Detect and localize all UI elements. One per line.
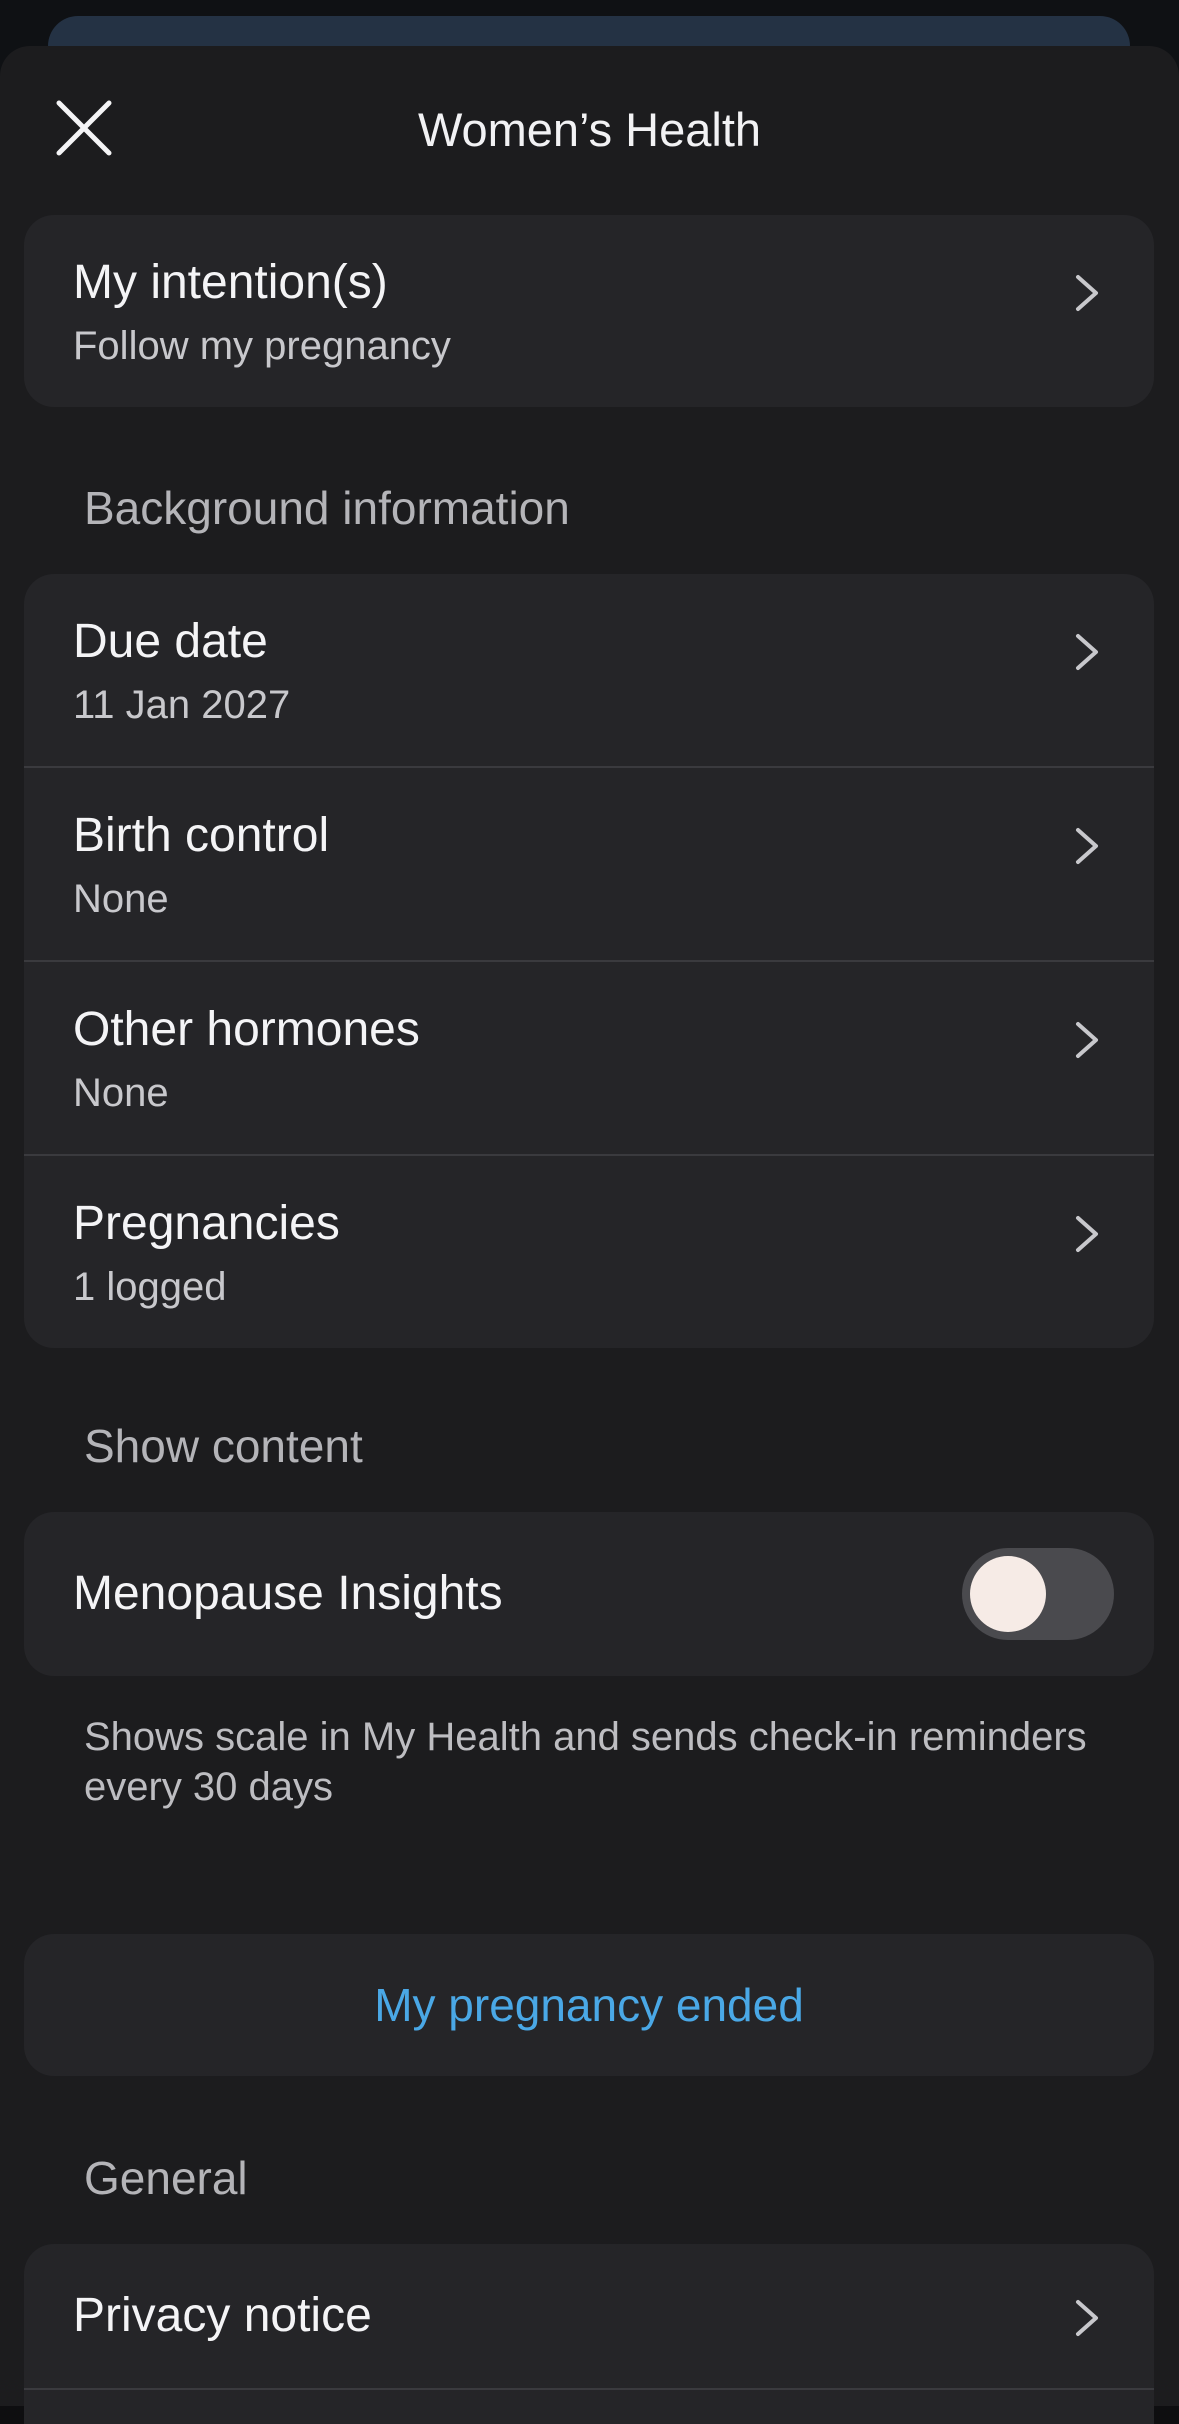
row-value: None xyxy=(73,877,169,921)
background-row-due-date[interactable]: Due date 11 Jan 2027 xyxy=(24,574,1154,766)
row-value: 1 logged xyxy=(73,1265,227,1309)
general-row-privacy-notice[interactable]: Privacy notice xyxy=(24,2244,1154,2424)
page-title: Women’s Health xyxy=(417,103,762,156)
menopause-insights-row: Menopause Insights xyxy=(24,1512,1154,1676)
chevron-right-icon xyxy=(1076,2300,1098,2336)
chevron-right-icon xyxy=(1076,275,1098,311)
intention-value: Follow my pregnancy xyxy=(73,324,451,368)
content-card: Menopause Insights xyxy=(24,1512,1154,1676)
chevron-right-icon xyxy=(1076,634,1098,670)
row-value: None xyxy=(73,1071,169,1115)
pregnancy-ended-button[interactable]: My pregnancy ended xyxy=(24,1934,1154,2076)
pregnancy-ended-label: My pregnancy ended xyxy=(374,1979,804,2031)
row-title: Privacy notice xyxy=(73,2289,372,2342)
section-label-general: General xyxy=(84,2152,248,2204)
menopause-insights-label: Menopause Insights xyxy=(73,1567,503,1620)
background-row-birth-control[interactable]: Birth control None xyxy=(24,766,1154,960)
row-title: Due date xyxy=(73,615,268,668)
toggle-knob xyxy=(970,1556,1046,1632)
row-value: 11 Jan 2027 xyxy=(73,683,291,727)
row-title: Birth control xyxy=(73,809,330,862)
menopause-insights-description: Shows scale in My Health and sends check… xyxy=(84,1715,1087,1809)
background-row-pregnancies[interactable]: Pregnancies 1 logged xyxy=(24,1154,1154,1348)
intention-row[interactable]: My intention(s) Follow my pregnancy xyxy=(24,215,1154,407)
menopause-insights-toggle[interactable] xyxy=(962,1548,1114,1640)
chevron-right-icon xyxy=(1076,1022,1098,1058)
section-label-show-content: Show content xyxy=(84,1420,363,1472)
intention-title: My intention(s) xyxy=(73,256,388,309)
row-title: Other hormones xyxy=(73,1003,420,1056)
background-row-other-hormones[interactable]: Other hormones None xyxy=(24,960,1154,1154)
background-card: Due date 11 Jan 2027 Birth control None … xyxy=(24,574,1154,1348)
chevron-right-icon xyxy=(1076,828,1098,864)
row-title: Pregnancies xyxy=(73,1197,340,1250)
row-divider xyxy=(24,2388,1154,2390)
section-label-background: Background information xyxy=(84,482,570,534)
chevron-right-icon xyxy=(1076,1216,1098,1252)
intention-card: My intention(s) Follow my pregnancy xyxy=(24,215,1154,407)
